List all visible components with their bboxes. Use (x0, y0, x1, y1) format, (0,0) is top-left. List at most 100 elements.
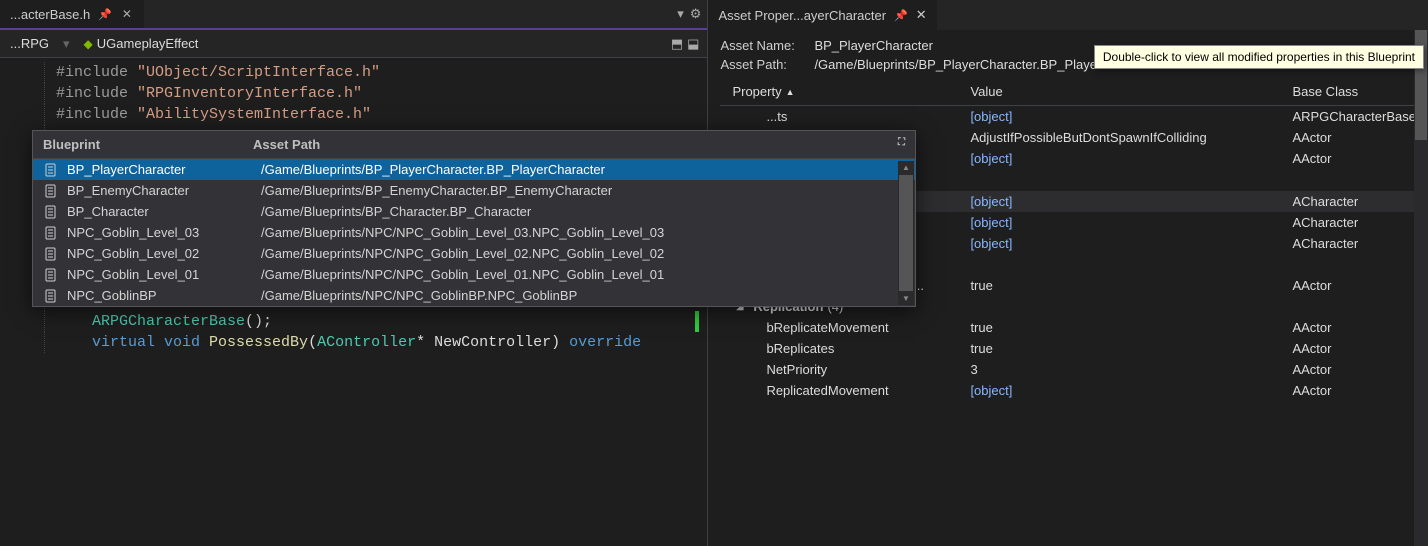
property-row[interactable]: bReplicatestrueAActor (720, 338, 1416, 359)
property-baseclass: AActor (1292, 383, 1416, 398)
blueprint-path: /Game/Blueprints/NPC/NPC_GoblinBP.NPC_Go… (261, 288, 905, 303)
window-dropdown-icon[interactable]: ▾ (677, 6, 684, 22)
blueprint-name: BP_Character (67, 204, 253, 219)
blueprint-path: /Game/Blueprints/BP_Character.BP_Charact… (261, 204, 905, 219)
property-value: 3 (970, 362, 1292, 377)
property-value: true (970, 341, 1292, 356)
property-value[interactable]: [object] (970, 215, 1292, 230)
header-property[interactable]: Property ▲ (720, 84, 970, 99)
asset-tab[interactable]: Asset Proper...ayerCharacter 📌 ✕ (708, 0, 936, 30)
asset-tab-bar: Asset Proper...ayerCharacter 📌 ✕ (708, 0, 1428, 30)
blueprint-row[interactable]: NPC_GoblinBP/Game/Blueprints/NPC/NPC_Gob… (33, 285, 915, 306)
file-icon (43, 247, 59, 261)
blueprint-path: /Game/Blueprints/BP_PlayerCharacter.BP_P… (261, 162, 905, 177)
code-line[interactable]: #include "RPGInventoryInterface.h" (0, 83, 707, 104)
property-baseclass: AActor (1292, 341, 1416, 356)
pin-icon[interactable]: 📌 (98, 8, 112, 21)
property-baseclass: AActor (1292, 320, 1416, 335)
property-row[interactable]: bReplicateMovementtrueAActor (720, 317, 1416, 338)
property-baseclass: ACharacter (1292, 194, 1416, 209)
file-icon (43, 226, 59, 240)
blueprint-row[interactable]: NPC_Goblin_Level_03/Game/Blueprints/NPC/… (33, 222, 915, 243)
property-value[interactable]: [object] (970, 151, 1292, 166)
property-value: AdjustIfPossibleButDontSpawnIfColliding (970, 130, 1292, 145)
property-value[interactable]: [object] (970, 383, 1292, 398)
property-baseclass: AActor (1292, 151, 1416, 166)
code-line[interactable]: ARPGCharacterBase(); (0, 311, 707, 332)
header-baseclass[interactable]: Base Class (1292, 84, 1416, 99)
property-baseclass: ACharacter (1292, 215, 1416, 230)
prop-grid-header: Property ▲ Value Base Class (720, 78, 1416, 106)
blueprint-name: NPC_Goblin_Level_02 (67, 246, 253, 261)
code-line[interactable]: virtual void PossessedBy(AController* Ne… (0, 332, 707, 353)
file-icon (43, 184, 59, 198)
split-bottom-icon[interactable]: ⬓ (687, 36, 699, 52)
split-top-icon[interactable]: ⬒ (671, 36, 683, 52)
scroll-down-icon[interactable]: ▼ (902, 292, 910, 305)
blueprint-name: BP_EnemyCharacter (67, 183, 253, 198)
close-icon[interactable]: ✕ (120, 7, 134, 21)
header-value[interactable]: Value (970, 84, 1292, 99)
property-baseclass: AActor (1292, 130, 1416, 145)
blueprint-row[interactable]: BP_EnemyCharacter/Game/Blueprints/BP_Ene… (33, 180, 915, 201)
file-icon (43, 289, 59, 303)
blueprint-row[interactable]: NPC_Goblin_Level_02/Game/Blueprints/NPC/… (33, 243, 915, 264)
file-icon (43, 163, 59, 177)
property-row[interactable]: ...ts[object]ARPGCharacterBase (720, 106, 1416, 127)
close-icon[interactable]: ✕ (916, 7, 927, 23)
blueprint-row[interactable]: NPC_Goblin_Level_01/Game/Blueprints/NPC/… (33, 264, 915, 285)
property-value[interactable]: [object] (970, 109, 1292, 124)
popup-scrollbar[interactable]: ▲ ▼ (898, 161, 914, 305)
asset-name-label: Asset Name: (720, 38, 810, 53)
pin-icon[interactable]: 📌 (894, 9, 908, 22)
property-baseclass: ACharacter (1292, 236, 1416, 251)
editor-tab-active[interactable]: ...acterBase.h 📌 ✕ (0, 0, 144, 28)
gear-icon[interactable]: ⚙ (690, 6, 702, 22)
file-icon (43, 268, 59, 282)
property-row[interactable]: ReplicatedMovement[object]AActor (720, 380, 1416, 401)
property-name: bReplicates (720, 341, 970, 356)
property-name: ReplicatedMovement (720, 383, 970, 398)
asset-name-value: BP_PlayerCharacter (814, 38, 933, 53)
nav-bar: ...RPG ▾ ◆ UGameplayEffect ⬒ ⬓ (0, 30, 707, 58)
popup-col-assetpath[interactable]: Asset Path (253, 137, 898, 152)
asset-path-label: Asset Path: (720, 57, 810, 72)
property-value: true (970, 278, 1292, 293)
blueprint-path: /Game/Blueprints/NPC/NPC_Goblin_Level_01… (261, 267, 905, 282)
blueprint-path: /Game/Blueprints/NPC/NPC_Goblin_Level_02… (261, 246, 905, 261)
code-line[interactable]: #include "UObject/ScriptInterface.h" (0, 62, 707, 83)
class-dropdown[interactable]: ◆ UGameplayEffect (78, 36, 205, 51)
property-value[interactable]: [object] (970, 194, 1292, 209)
editor-tab-bar: ...acterBase.h 📌 ✕ ▾ ⚙ (0, 0, 707, 30)
popup-col-blueprint[interactable]: Blueprint (43, 137, 253, 152)
property-name: ...ts (720, 109, 970, 124)
property-baseclass: AActor (1292, 278, 1416, 293)
property-name: NetPriority (720, 362, 970, 377)
scroll-thumb[interactable] (899, 175, 913, 291)
property-value: true (970, 320, 1292, 335)
blueprint-name: BP_PlayerCharacter (67, 162, 253, 177)
blueprint-popup: Blueprint Asset Path ⛶ BP_PlayerCharacte… (32, 130, 916, 307)
asset-tab-title: Asset Proper...ayerCharacter (718, 8, 886, 23)
blueprint-path: /Game/Blueprints/NPC/NPC_Goblin_Level_03… (261, 225, 905, 240)
property-row[interactable]: NetPriority3AActor (720, 359, 1416, 380)
property-name: bReplicateMovement (720, 320, 970, 335)
property-value[interactable]: [object] (970, 236, 1292, 251)
scroll-up-icon[interactable]: ▲ (902, 161, 910, 174)
tooltip: Double-click to view all modified proper… (1094, 45, 1424, 69)
blueprint-row[interactable]: BP_Character/Game/Blueprints/BP_Characte… (33, 201, 915, 222)
blueprint-path: /Game/Blueprints/BP_EnemyCharacter.BP_En… (261, 183, 905, 198)
property-baseclass: AActor (1292, 362, 1416, 377)
scope-label: ...RPG (10, 36, 49, 51)
blueprint-name: NPC_Goblin_Level_01 (67, 267, 253, 282)
sort-asc-icon: ▲ (786, 87, 795, 97)
popup-header: Blueprint Asset Path ⛶ (33, 131, 915, 159)
file-icon (43, 205, 59, 219)
scope-dropdown[interactable]: ...RPG (4, 36, 55, 51)
class-label: UGameplayEffect (97, 36, 199, 51)
right-scrollbar[interactable] (1414, 30, 1428, 546)
blueprint-row[interactable]: BP_PlayerCharacter/Game/Blueprints/BP_Pl… (33, 159, 915, 180)
tab-title: ...acterBase.h (10, 7, 90, 22)
code-line[interactable]: #include "AbilitySystemInterface.h" (0, 104, 707, 125)
maximize-icon[interactable]: ⛶ (898, 137, 905, 152)
